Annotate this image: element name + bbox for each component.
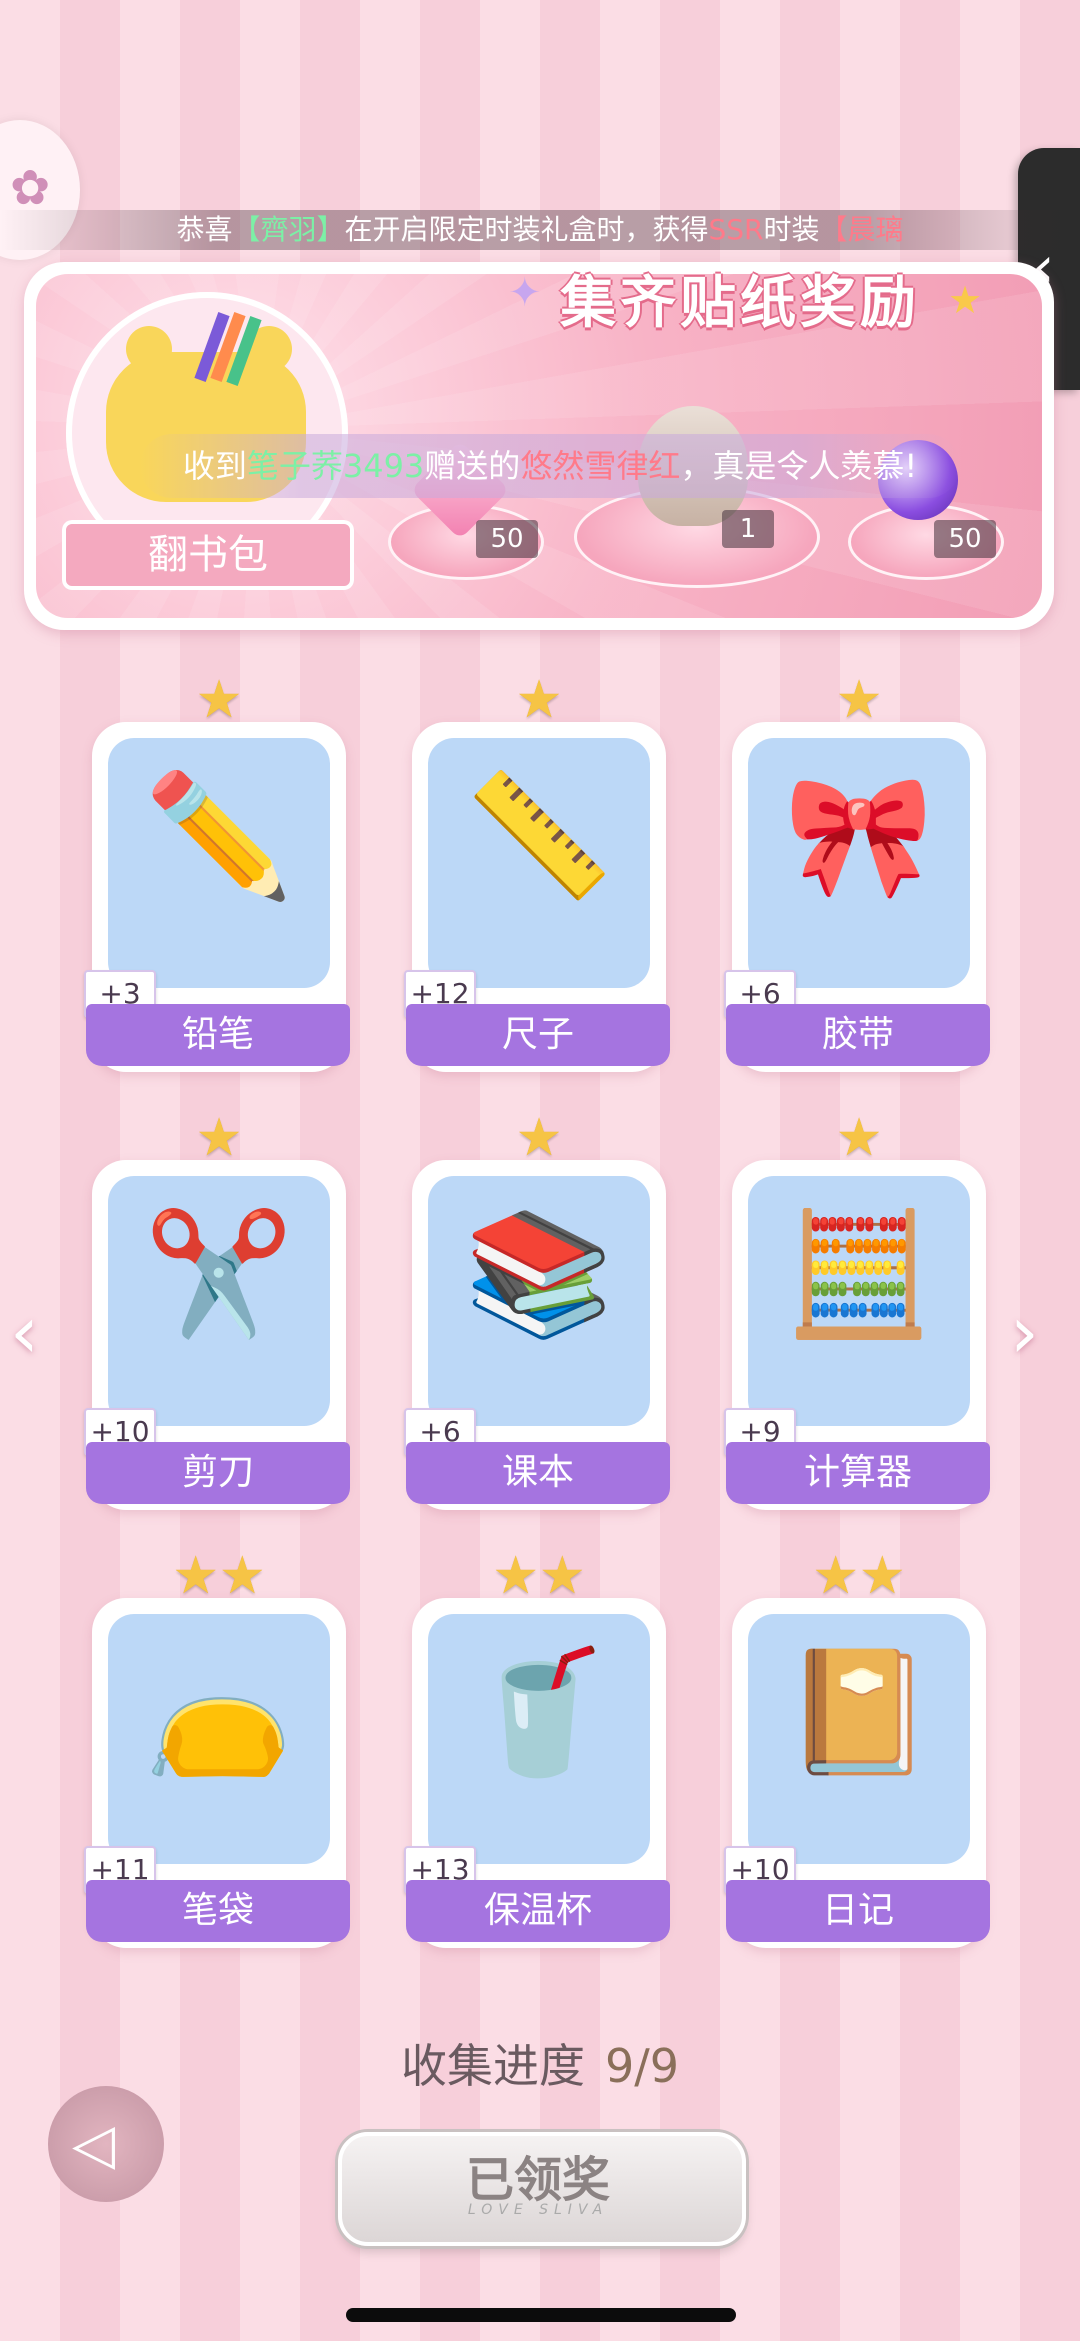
rarity-stars: ★ xyxy=(835,1108,883,1168)
thermos-icon: 🥤 xyxy=(464,1643,614,1782)
reward-count: 50 xyxy=(934,520,996,558)
msg-suffix: ，真是令人羡慕! xyxy=(680,447,918,485)
textbook-icon: 📚 xyxy=(464,1205,614,1344)
broadcast-ticker: 恭喜【齊羽】在开启限定时装礼盒时，获得SSR时装【晨璃 xyxy=(0,210,1080,250)
msg-middle: 赠送的 xyxy=(424,447,521,485)
claimed-label: 已领奖 xyxy=(465,2152,610,2208)
home-indicator[interactable] xyxy=(346,2308,736,2322)
flip-bag-label[interactable]: 翻书包 xyxy=(62,520,354,590)
ticker-rarity: SSR xyxy=(708,213,764,246)
rarity-stars: ★ xyxy=(515,1108,563,1168)
sticker-label: 尺子 xyxy=(406,1004,670,1066)
calculator-icon: 🧮 xyxy=(784,1205,934,1344)
rarity-stars: ★★ xyxy=(812,1546,906,1606)
collection-progress: 收集进度 9/9 xyxy=(0,2030,1080,2096)
star-decoration-icon: ✦ xyxy=(508,270,542,316)
msg-sender: 笔子荞3493 xyxy=(246,447,425,485)
msg-gift: 悠然雪律红 xyxy=(520,447,681,485)
rarity-stars: ★ xyxy=(835,670,883,730)
flower-icon: ✿ xyxy=(10,160,51,216)
tape-icon: 🎀 xyxy=(784,767,934,906)
ticker-item: 【晨璃 xyxy=(819,213,904,246)
msg-prefix: 收到 xyxy=(182,447,247,485)
claimed-subtitle: LOVE SLIVA xyxy=(467,2202,609,2218)
rarity-stars: ★ xyxy=(195,1108,243,1168)
ticker-middle: 在开启限定时装礼盒时，获得 xyxy=(344,213,709,246)
next-page-arrow-icon[interactable]: › xyxy=(1010,1290,1039,1374)
ticker-player: 【齊羽】 xyxy=(232,213,345,246)
sticker-label: 铅笔 xyxy=(86,1004,350,1066)
progress-value: 9/9 xyxy=(604,2039,680,2093)
sticker-label: 日记 xyxy=(726,1880,990,1942)
rarity-stars: ★★ xyxy=(172,1546,266,1606)
scissors-icon: ✂️ xyxy=(144,1205,294,1344)
prev-page-arrow-icon[interactable]: ‹ xyxy=(10,1290,39,1374)
ticker-prefix: 恭喜 xyxy=(176,213,233,246)
gift-broadcast-message: 收到笔子荞3493赠送的悠然雪律红，真是令人羡慕! xyxy=(140,434,960,498)
ruler-icon: 📏 xyxy=(464,767,614,906)
sticker-label: 剪刀 xyxy=(86,1442,350,1504)
back-arrow-icon: ◁ xyxy=(72,2112,116,2177)
pencil-icon: ✏️ xyxy=(144,767,294,906)
sticker-label: 笔袋 xyxy=(86,1880,350,1942)
back-button[interactable]: ◁ xyxy=(48,2086,164,2202)
reward-count: 50 xyxy=(476,520,538,558)
sticker-label: 保温杯 xyxy=(406,1880,670,1942)
rarity-stars: ★★ xyxy=(492,1546,586,1606)
sticker-label: 胶带 xyxy=(726,1004,990,1066)
rarity-stars: ★ xyxy=(515,670,563,730)
rarity-stars: ★ xyxy=(195,670,243,730)
diary-icon: 📔 xyxy=(784,1643,934,1782)
reward-count: 1 xyxy=(722,510,774,548)
sticker-label: 计算器 xyxy=(726,1442,990,1504)
progress-label: 收集进度 xyxy=(400,2039,585,2093)
pencil-case-icon: 👝 xyxy=(144,1643,294,1782)
ticker-suffix: 时装 xyxy=(763,213,820,246)
sticker-label: 课本 xyxy=(406,1442,670,1504)
banner-title: 集齐贴纸奖励 xyxy=(560,271,920,336)
star-decoration-icon: ★ xyxy=(948,278,983,322)
